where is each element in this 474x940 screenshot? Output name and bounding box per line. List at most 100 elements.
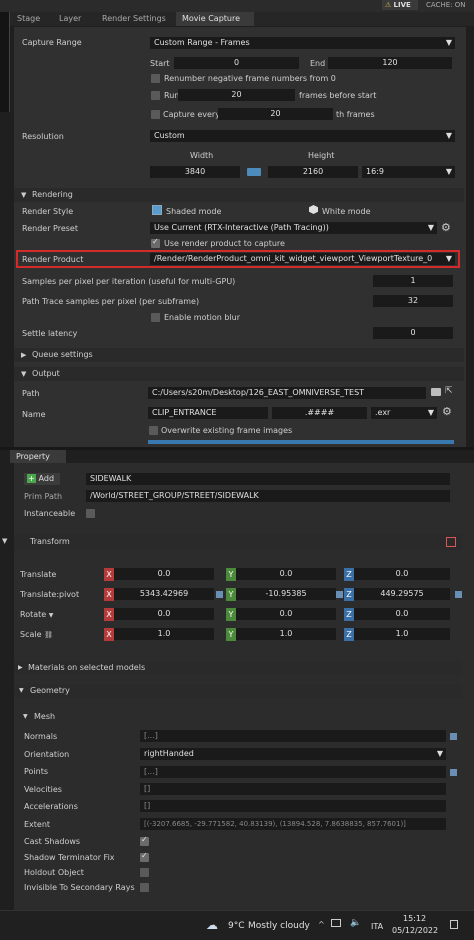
chevron-down-icon: ▼ bbox=[445, 167, 452, 176]
velocities-field[interactable]: [] bbox=[140, 783, 446, 795]
cast-shadows-checkbox[interactable] bbox=[140, 835, 149, 846]
height-input[interactable]: 2160 bbox=[268, 166, 358, 178]
holdout-object-checkbox[interactable] bbox=[140, 868, 149, 877]
rotate-z-input[interactable]: 0.0 bbox=[354, 608, 450, 620]
left-collapse-arrow-icon[interactable]: ▼ bbox=[2, 537, 7, 545]
settle-latency-input[interactable]: 0 bbox=[373, 327, 453, 339]
frame-pattern-input[interactable]: .#### bbox=[272, 407, 367, 419]
output-name-input[interactable]: CLIP_ENTRANCE bbox=[148, 407, 268, 419]
capture-every-input[interactable]: 20 bbox=[218, 108, 333, 120]
normals-field[interactable]: [...] bbox=[140, 730, 446, 742]
shadow-terminator-checkbox[interactable] bbox=[140, 851, 149, 862]
materials-header[interactable]: ▶ Materials on selected models bbox=[14, 661, 462, 675]
gear-icon[interactable]: ⚙ bbox=[441, 221, 451, 234]
gear-icon[interactable]: ⚙ bbox=[442, 405, 452, 418]
white-mode-label: White mode bbox=[322, 207, 371, 216]
scale-y-input[interactable]: 1.0 bbox=[236, 628, 336, 640]
capture-every-checkbox[interactable] bbox=[151, 110, 160, 119]
pivot-z-input[interactable]: 449.29575 bbox=[354, 588, 450, 600]
invisible-secondary-label: Invisible To Secondary Rays bbox=[24, 883, 135, 892]
pivot-y-input[interactable]: -10.95385 bbox=[236, 588, 336, 600]
scale-x-input[interactable]: 1.0 bbox=[114, 628, 214, 640]
chevron-up-icon[interactable]: ^ bbox=[318, 920, 325, 929]
instanceable-checkbox[interactable] bbox=[86, 509, 95, 518]
tab-movie-capture[interactable]: Movie Capture bbox=[176, 12, 254, 26]
language-indicator[interactable]: ITA bbox=[371, 922, 383, 931]
pivot-x-keyframe[interactable] bbox=[216, 591, 223, 598]
rotate-x-input[interactable]: 0.0 bbox=[114, 608, 214, 620]
orientation-dropdown[interactable]: rightHanded ▼ bbox=[140, 748, 446, 760]
x-axis-label: X bbox=[104, 628, 114, 641]
pt-spp-input[interactable]: 32 bbox=[373, 295, 453, 307]
folder-icon[interactable] bbox=[431, 388, 441, 396]
capture-buttons-strip[interactable] bbox=[148, 440, 454, 444]
resolution-dropdown[interactable]: Custom ▼ bbox=[150, 130, 455, 142]
clock-time[interactable]: 15:12 bbox=[403, 914, 426, 923]
invisible-secondary-checkbox[interactable] bbox=[140, 883, 149, 892]
renumber-label: Renumber negative frame numbers from 0 bbox=[164, 74, 336, 83]
cast-shadows-label: Cast Shadows bbox=[24, 837, 81, 846]
rotate-y-input[interactable]: 0.0 bbox=[236, 608, 336, 620]
transform-header[interactable]: Transform bbox=[14, 534, 462, 550]
output-header[interactable]: ▼ Output bbox=[14, 367, 464, 381]
start-input[interactable]: 0 bbox=[174, 57, 299, 69]
scale-label: Scale ⛓ bbox=[20, 630, 53, 639]
capture-range-dropdown[interactable]: Custom Range - Frames ▼ bbox=[150, 37, 455, 49]
pivot-y-keyframe[interactable] bbox=[336, 591, 343, 598]
transform-settings-icon[interactable] bbox=[446, 537, 456, 547]
motion-blur-checkbox[interactable] bbox=[151, 313, 160, 322]
tab-layer[interactable]: Layer bbox=[59, 14, 81, 23]
notification-icon[interactable] bbox=[450, 920, 458, 929]
use-render-product-checkbox[interactable] bbox=[151, 237, 160, 248]
translate-y-input[interactable]: 0.0 bbox=[236, 568, 336, 580]
render-product-dropdown[interactable]: /Render/RenderProduct_omni_kit_widget_vi… bbox=[150, 253, 455, 265]
render-preset-dropdown[interactable]: Use Current (RTX-Interactive (Path Traci… bbox=[150, 222, 437, 234]
panel-splitter[interactable] bbox=[0, 447, 474, 450]
clock-date[interactable]: 05/12/2022 bbox=[392, 926, 438, 935]
aspect-ratio-dropdown[interactable]: 16:9 ▼ bbox=[362, 166, 455, 178]
file-extension-dropdown[interactable]: .exr ▼ bbox=[371, 407, 437, 419]
extent-field[interactable]: [(-3207.6685, -29.771582, 40.83139), (13… bbox=[140, 818, 446, 830]
weather-icon[interactable]: ☁ bbox=[206, 918, 218, 932]
run-checkbox[interactable] bbox=[151, 91, 160, 100]
tab-render-settings[interactable]: Render Settings bbox=[102, 14, 166, 23]
chevron-down-icon: ▼ bbox=[427, 408, 434, 417]
collapse-triangle-icon: ▼ bbox=[21, 370, 27, 378]
shaded-mode-icon[interactable] bbox=[152, 205, 162, 215]
renumber-checkbox[interactable] bbox=[151, 74, 160, 83]
prim-name-input[interactable]: SIDEWALK bbox=[86, 473, 450, 485]
pivot-z-keyframe[interactable] bbox=[455, 591, 462, 598]
width-input[interactable]: 3840 bbox=[150, 166, 240, 178]
queue-settings-header[interactable]: ▶ Queue settings bbox=[14, 348, 464, 362]
rendering-header[interactable]: ▼ Rendering bbox=[14, 188, 464, 202]
mesh-header[interactable]: ▼ Mesh bbox=[20, 710, 460, 724]
add-button[interactable]: + Add bbox=[24, 473, 60, 485]
prim-path-field[interactable]: /World/STREET_GROUP/STREET/SIDEWALK bbox=[86, 490, 450, 502]
output-path-input[interactable]: C:/Users/s20m/Desktop/126_EAST_OMNIVERSE… bbox=[148, 387, 426, 399]
pivot-x-input[interactable]: 5343.42969 bbox=[114, 588, 214, 600]
tab-stage[interactable]: Stage bbox=[17, 14, 40, 23]
property-tab[interactable]: Property bbox=[10, 450, 66, 463]
normals-keyframe[interactable] bbox=[450, 733, 457, 740]
network-icon[interactable] bbox=[331, 919, 341, 927]
translate-pivot-label: Translate:pivot bbox=[20, 590, 80, 599]
capture-range-label: Capture Range bbox=[22, 38, 82, 47]
run-frames-input[interactable]: 20 bbox=[178, 89, 295, 101]
points-field[interactable]: [...] bbox=[140, 766, 446, 778]
translate-z-input[interactable]: 0.0 bbox=[354, 568, 450, 580]
cache-indicator[interactable]: CACHE: ON bbox=[426, 0, 465, 10]
end-input[interactable]: 120 bbox=[328, 57, 452, 69]
points-keyframe[interactable] bbox=[450, 769, 457, 776]
open-external-icon[interactable]: ⇱ bbox=[445, 386, 453, 396]
link-aspect-icon[interactable] bbox=[247, 168, 261, 176]
overwrite-checkbox[interactable] bbox=[149, 426, 158, 435]
translate-x-input[interactable]: 0.0 bbox=[114, 568, 214, 580]
accelerations-field[interactable]: [] bbox=[140, 800, 446, 812]
scale-z-input[interactable]: 1.0 bbox=[354, 628, 450, 640]
live-badge[interactable]: ⚠ LIVE bbox=[382, 0, 418, 10]
geometry-header[interactable]: ▼ Geometry bbox=[14, 684, 462, 698]
speaker-icon[interactable]: 🔈 bbox=[350, 918, 361, 928]
extent-label: Extent bbox=[24, 820, 51, 829]
pt-spp-label: Path Trace samples per pixel (per subfra… bbox=[22, 297, 200, 306]
spp-input[interactable]: 1 bbox=[373, 275, 453, 287]
